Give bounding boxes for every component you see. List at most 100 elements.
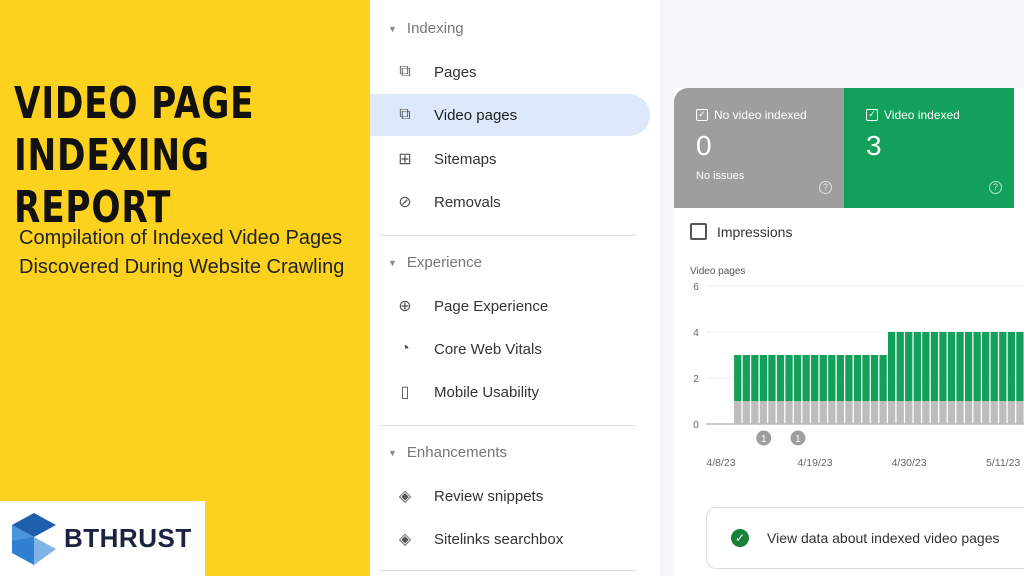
bar-segment (905, 332, 913, 401)
item-label: Sitelinks searchbox (434, 530, 564, 548)
title-line: VIDEO PAGE (14, 78, 255, 129)
sidebar-item-page-experience[interactable]: ⊕ Page Experience (370, 285, 650, 327)
logo-text: BTHRUST (64, 523, 192, 553)
bar-segment (845, 401, 853, 424)
bar-segment (973, 401, 981, 424)
bar-segment (836, 401, 844, 424)
section-indexing[interactable]: ▼ Indexing (388, 20, 464, 37)
bar-segment (896, 401, 904, 424)
gauge-icon: ◔ (400, 340, 410, 357)
help-icon[interactable]: ? (819, 181, 832, 194)
help-icon[interactable]: ? (989, 181, 1002, 194)
bar-segment (845, 355, 853, 401)
bar-segment (776, 401, 785, 424)
y-axis-label: Video pages (690, 266, 745, 277)
sidebar-item-removals[interactable]: ⊘ Removals (370, 181, 650, 223)
card-label: Video indexed (884, 108, 960, 122)
caret-down-icon: ▼ (388, 447, 397, 458)
bar-segment (896, 332, 904, 401)
bar-segment (853, 401, 862, 424)
divider (380, 425, 636, 426)
caret-down-icon: ▼ (388, 23, 397, 34)
bar-segment (811, 401, 819, 424)
item-label: Page Experience (434, 297, 549, 315)
item-label: Video pages (434, 106, 518, 124)
layers-icon: ◈ (398, 531, 412, 548)
bar-segment (913, 332, 921, 401)
sidebar-item-pages[interactable]: ⧉ Pages (370, 51, 650, 93)
bar-segment (759, 401, 768, 424)
bar-segment (751, 401, 759, 424)
check-circle-icon: ✓ (731, 529, 749, 547)
bar-segment (742, 401, 750, 424)
y-tick-label: 0 (693, 420, 699, 431)
card-video-indexed[interactable]: ✓ Video indexed 3 ? (844, 88, 1014, 208)
card-sub: No issues (696, 170, 745, 182)
bar-segment (836, 355, 844, 401)
section-label: Enhancements (406, 444, 507, 461)
card-value: 0 (696, 130, 712, 161)
bar-segment (947, 401, 956, 424)
banner: VIDEO PAGE INDEXING REPORT Compilation of… (0, 0, 370, 576)
section-experience[interactable]: ▼ Experience (388, 254, 482, 271)
item-label: Mobile Usability (434, 383, 540, 401)
bar-segment (990, 332, 998, 401)
bar-segment (990, 401, 998, 424)
divider (380, 570, 636, 571)
bar-segment (982, 332, 990, 401)
sidebar: ▼ Indexing ⧉ Pages ⧉ Video pages ⊞ Sitemaps … (370, 0, 660, 576)
bar-segment (964, 332, 973, 401)
bar-segment (930, 401, 939, 424)
impressions-toggle[interactable]: Impressions (690, 223, 792, 240)
bar-segment (819, 355, 827, 401)
sidebar-item-review-snippets[interactable]: ◈ Review snippets (370, 475, 650, 517)
sidebar-item-sitelinks-searchbox[interactable]: ◈ Sitelinks searchbox (370, 518, 650, 560)
video-pages-chart: Video pages 0 2 4 6 1 1 4/8/23 4/19/23 4/30/23 5/1… (690, 266, 1024, 469)
section-enhancements[interactable]: ▼ Enhancements (388, 444, 507, 461)
y-tick-label: 6 (693, 282, 699, 293)
bar-segment (742, 355, 750, 401)
card-no-video-indexed[interactable]: ✓ No video indexed 0 No issues ? (674, 88, 844, 208)
bar-segment (947, 332, 956, 401)
bar-segment (768, 401, 776, 424)
sidebar-item-core-web-vitals[interactable]: ◔ Core Web Vitals (370, 328, 650, 370)
y-tick-label: 2 (693, 374, 699, 385)
bar-segment (853, 355, 862, 401)
bar-segment (802, 355, 810, 401)
bar-segment (913, 401, 921, 424)
bar-segment (811, 355, 819, 401)
checkbox-icon[interactable] (690, 223, 707, 240)
view-indexed-data-button[interactable]: ✓ View data about indexed video pages (706, 507, 1024, 569)
logo: BTHRUST (0, 501, 205, 576)
sidebar-item-sitemaps[interactable]: ⊞ Sitemaps (370, 138, 650, 180)
bar-segment (999, 332, 1007, 401)
phone-icon: ▯ (400, 384, 410, 401)
bar-segment (939, 401, 947, 424)
bar-segment (802, 401, 810, 424)
bar-segment (734, 401, 742, 424)
caret-down-icon: ▼ (388, 257, 397, 268)
bar-segment (879, 355, 887, 401)
bar-segment (785, 401, 793, 424)
section-label: Indexing (406, 20, 464, 37)
checkbox-checked-icon[interactable]: ✓ (696, 109, 708, 121)
bar-segment (888, 332, 896, 401)
bar-segment (819, 401, 827, 424)
pages-icon: ⧉ (399, 63, 411, 80)
plus-circle-icon: ⊕ (398, 298, 412, 315)
bar-segment (793, 401, 802, 424)
item-label: Sitemaps (434, 150, 497, 168)
checkbox-checked-icon[interactable]: ✓ (866, 109, 878, 121)
x-tick-label: 5/11/23 (986, 457, 1020, 469)
y-tick-label: 4 (693, 328, 699, 339)
bar-segment (870, 355, 879, 401)
sidebar-item-video-pages[interactable]: ⧉ Video pages (370, 94, 650, 136)
eye-off-icon: ⊘ (398, 194, 412, 211)
section-label: Experience (406, 254, 482, 271)
item-label: Review snippets (434, 487, 544, 505)
bar-segment (939, 332, 947, 401)
item-label: Removals (434, 193, 501, 211)
bar-segment (973, 332, 981, 401)
bar-segment (1007, 332, 1015, 401)
sidebar-item-mobile-usability[interactable]: ▯ Mobile Usability (370, 371, 650, 413)
